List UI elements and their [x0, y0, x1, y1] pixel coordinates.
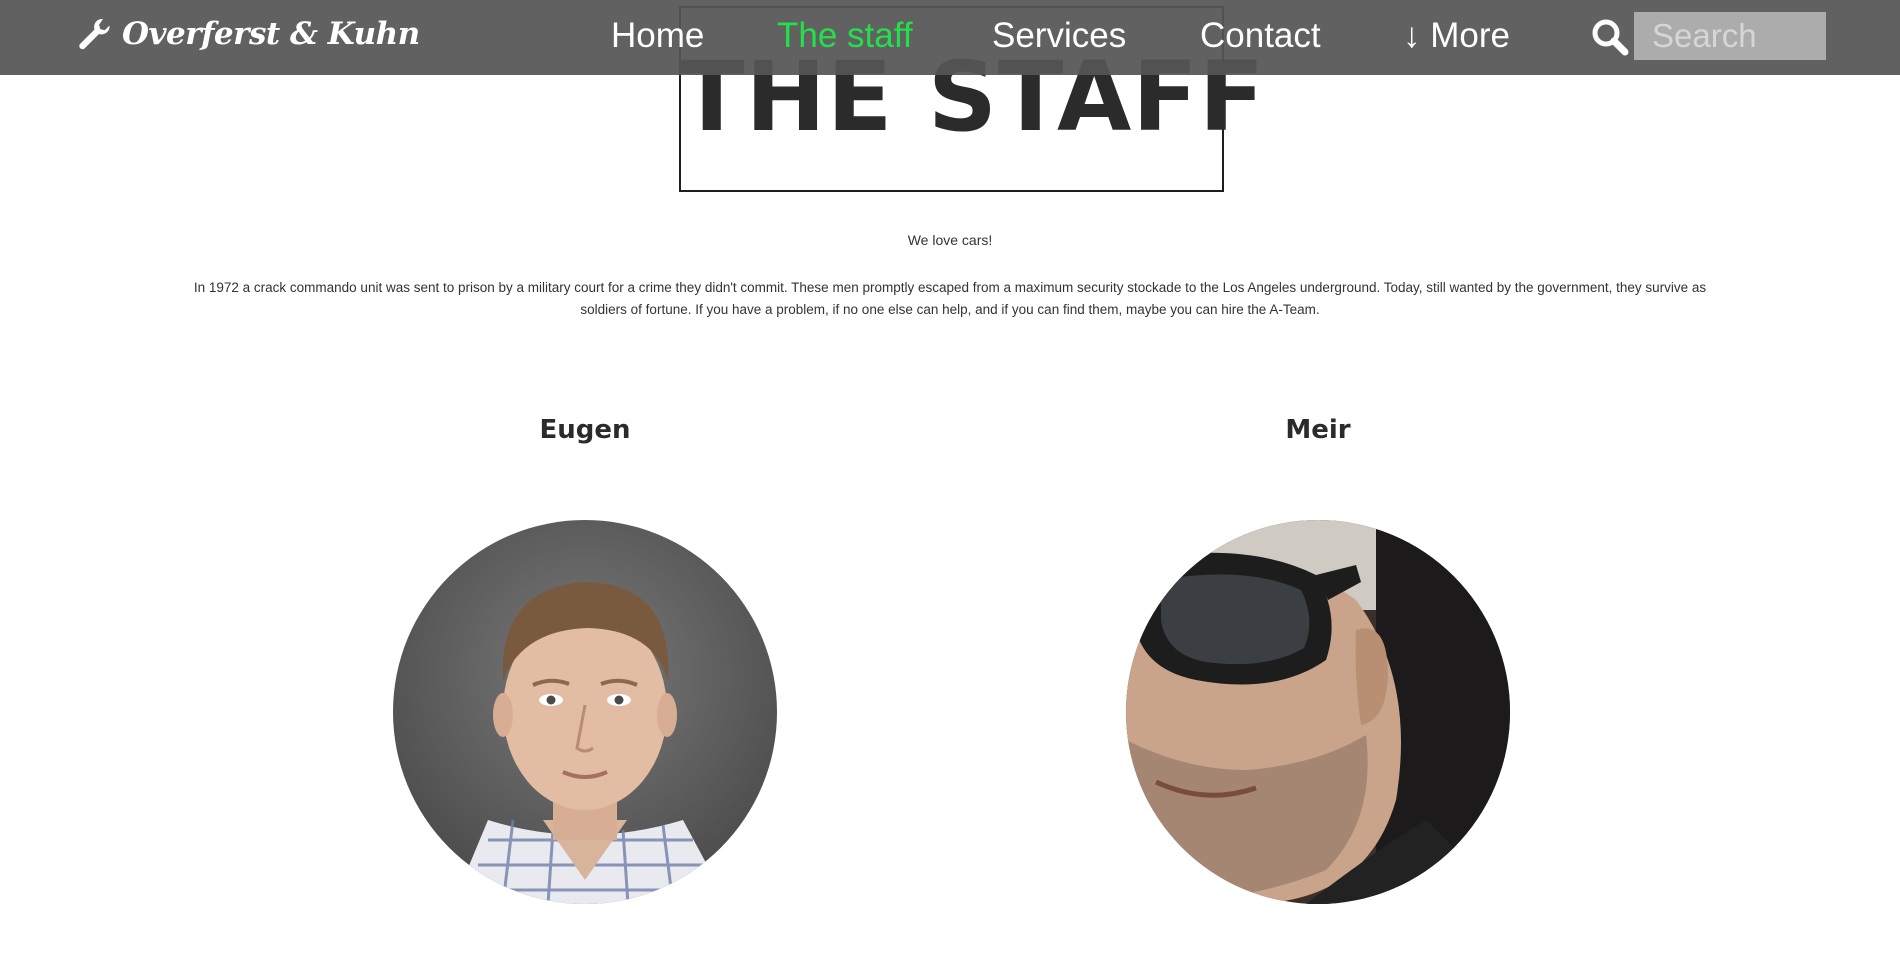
search-icon — [1592, 19, 1629, 56]
nav-more-dropdown[interactable]: ↓ More — [1403, 14, 1510, 58]
nav-services-link[interactable]: Services — [992, 14, 1126, 58]
nav-home-link[interactable]: Home — [611, 14, 704, 58]
staff-name-eugen: Eugen — [539, 415, 631, 445]
search-input[interactable] — [1634, 12, 1826, 60]
intro-paragraph: In 1972 a crack commando unit was sent t… — [193, 280, 1707, 317]
search-button[interactable] — [1590, 17, 1630, 57]
nav-contact-link[interactable]: Contact — [1200, 14, 1321, 58]
brand-logo-link[interactable]: Overferst & Kuhn — [76, 12, 420, 56]
staff-photo-eugen — [393, 520, 777, 904]
top-navbar: Overferst & Kuhn Home The staff Services… — [0, 0, 1900, 75]
nav-the-staff-link[interactable]: The staff — [777, 14, 913, 58]
staff-name-meir: Meir — [1285, 415, 1351, 445]
staff-photo-meir — [1126, 520, 1510, 904]
wrench-icon — [79, 18, 110, 50]
tagline-text: We love cars! — [907, 232, 993, 248]
brand-name: Overferst & Kuhn — [122, 16, 420, 52]
